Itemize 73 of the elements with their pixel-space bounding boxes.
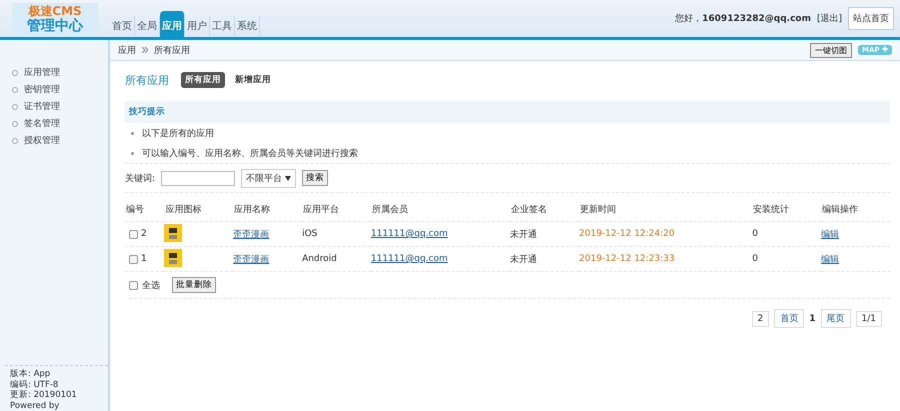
nav-tab[interactable]: 首页 xyxy=(110,16,135,37)
last-page-button[interactable]: 尾页 xyxy=(820,309,851,328)
nav-tab[interactable]: 工具 xyxy=(210,16,235,37)
bullet-icon xyxy=(131,132,134,134)
table-cell: 2 xyxy=(141,229,147,239)
bullet-icon xyxy=(131,152,134,154)
chevron-icon xyxy=(142,47,148,53)
sidebar-item[interactable]: 授权管理 xyxy=(0,132,108,149)
column-header: 应用平台 xyxy=(302,197,371,222)
app-name-link[interactable]: 歪歪漫画 xyxy=(233,230,270,240)
member-link[interactable]: 111111@qq.com xyxy=(370,254,448,264)
keyword-field[interactable] xyxy=(161,170,236,186)
member-link[interactable]: 111111@qq.com xyxy=(370,229,448,239)
nav-tab[interactable]: 用户 xyxy=(185,16,210,37)
app-icon xyxy=(164,248,182,266)
dropdown-arrow-icon xyxy=(284,176,291,180)
bulk-delete-button[interactable]: 批量删除 xyxy=(172,277,216,293)
column-header: 安装统计 xyxy=(752,197,822,222)
table-cell: 未开通 xyxy=(510,246,580,272)
sidebar-item[interactable]: 签名管理 xyxy=(0,115,108,132)
column-header: 企业签名 xyxy=(510,197,580,222)
tip-text: 以下是所有的应用 xyxy=(142,128,214,140)
column-header: 所属会员 xyxy=(370,197,510,222)
first-page-button[interactable]: 首页 xyxy=(774,309,804,328)
app-name-link[interactable]: 歪歪漫画 xyxy=(233,254,270,264)
footer-text: 更新: 20190101 xyxy=(10,390,78,400)
sidebar-item[interactable]: 证书管理 xyxy=(0,98,108,115)
column-header: 更新时间 xyxy=(579,197,752,222)
table-cell: 0 xyxy=(752,222,822,246)
row-checkbox[interactable] xyxy=(129,230,138,238)
sidebar-item[interactable]: 应用管理 xyxy=(0,64,108,81)
select-all-label: 全选 xyxy=(142,280,160,292)
logo-text: 极速CMS xyxy=(28,4,82,18)
footer-text: Powered by xyxy=(10,400,60,411)
select-all-checkbox[interactable] xyxy=(129,280,138,290)
table-cell: Android xyxy=(302,246,371,272)
sub-tab[interactable]: 新增应用 xyxy=(231,72,275,88)
site-home-button[interactable]: 站点首页 xyxy=(848,7,894,30)
sub-tab[interactable]: 所有应用 xyxy=(181,72,225,88)
page-count: 1/1 xyxy=(856,310,882,326)
nav-tab[interactable]: 系统 xyxy=(235,16,260,37)
column-header: 编辑操作 xyxy=(821,197,890,222)
table-cell: 未开通 xyxy=(510,222,580,246)
edit-link[interactable]: 编辑 xyxy=(821,254,840,264)
table-cell: 1 xyxy=(141,254,147,264)
column-header: 应用图标 xyxy=(164,197,234,222)
sidebar-item[interactable]: 密钥管理 xyxy=(0,81,108,98)
table-cell: 2019-12-12 12:23:33 xyxy=(579,246,752,272)
greeting-text: 您好，1609123282@qq.com xyxy=(675,12,811,25)
column-header: 应用名称 xyxy=(233,197,302,222)
plus-icon xyxy=(882,46,888,52)
total-count: 2 xyxy=(752,310,770,326)
logout-link[interactable]: [退出] xyxy=(816,12,842,25)
app-icon xyxy=(164,224,182,242)
tip-text: 可以输入编号、应用名称、所属会员等关键词进行搜索 xyxy=(142,148,358,160)
table-cell: 0 xyxy=(752,246,822,272)
keyword-label: 关键词: xyxy=(125,172,156,184)
breadcrumb: 所有应用 xyxy=(154,44,190,56)
tips-title: 技巧提示 xyxy=(129,106,165,118)
footer-text: 编码: UTF-8 xyxy=(10,380,60,390)
table-cell: 2019-12-12 12:24:20 xyxy=(579,222,752,246)
table-cell: iOS xyxy=(302,222,371,246)
platform-select[interactable]: 不限平台 xyxy=(241,168,296,188)
logo-subtitle: 管理中心 xyxy=(27,18,83,34)
edit-link[interactable]: 编辑 xyxy=(821,230,840,240)
page-title: 所有应用 xyxy=(125,72,169,88)
footer-text: 版本: App xyxy=(10,369,52,380)
current-page: 1 xyxy=(809,314,816,324)
search-button[interactable]: 搜索 xyxy=(302,170,328,186)
column-header: 编号 xyxy=(125,197,164,222)
breadcrumb: 应用 xyxy=(118,44,136,56)
row-checkbox[interactable] xyxy=(129,254,138,264)
screenshot-button[interactable]: 一键切图 xyxy=(810,42,852,58)
